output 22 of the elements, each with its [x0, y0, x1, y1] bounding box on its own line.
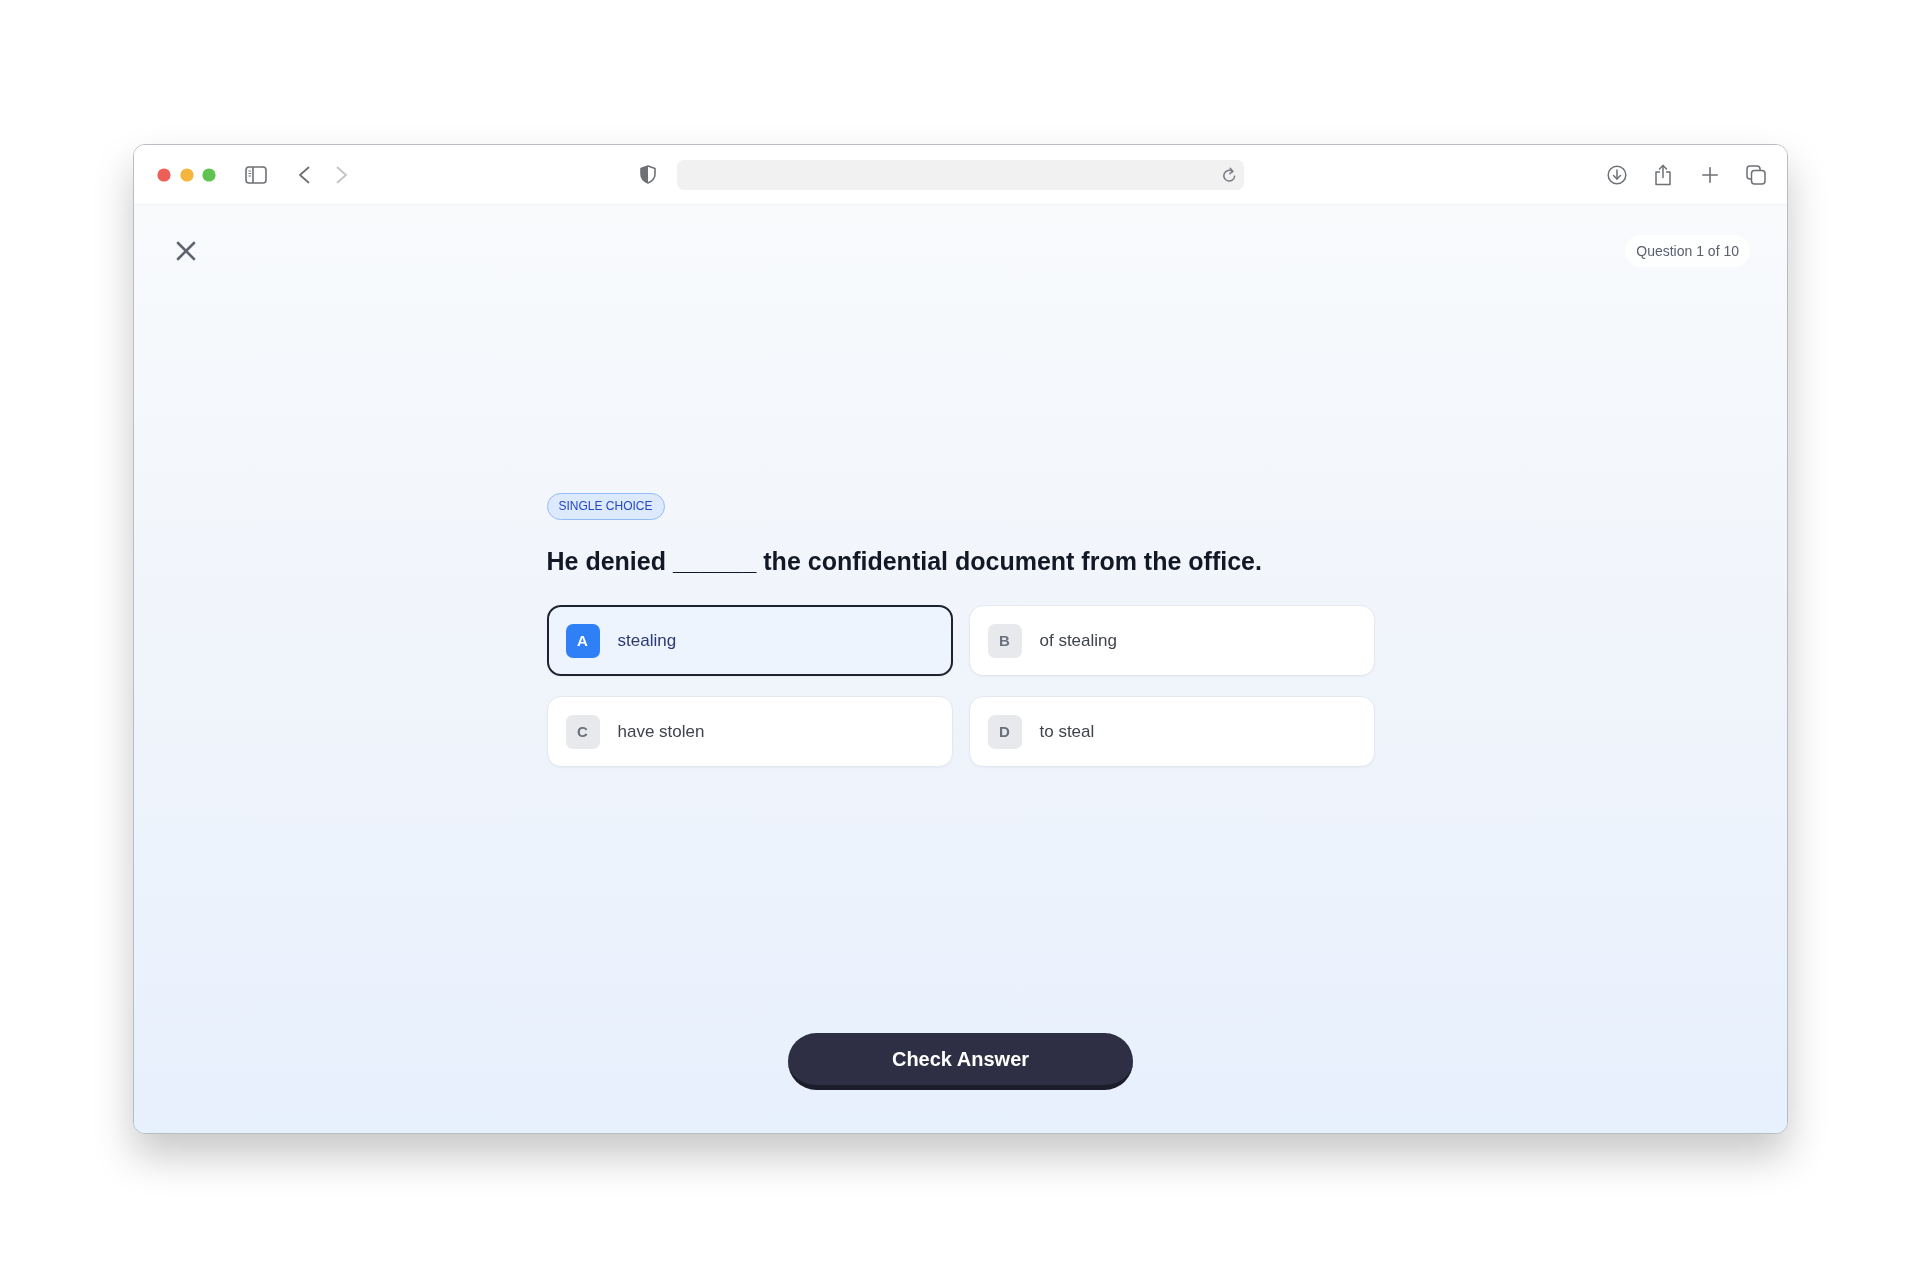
answer-option[interactable]: B of stealing — [968, 605, 1375, 676]
answer-option[interactable]: D to steal — [968, 696, 1375, 767]
question-text: He denied ______ the confidential document from the office. — [546, 546, 1262, 577]
option-letter: D — [987, 714, 1022, 749]
overlapping-squares-icon[interactable] — [1746, 164, 1766, 185]
option-letter: A — [565, 623, 600, 658]
option-letter: B — [987, 623, 1022, 658]
share-icon[interactable] — [1654, 163, 1672, 186]
address-field[interactable] — [677, 159, 1244, 190]
download-icon[interactable] — [1607, 164, 1627, 185]
back-icon[interactable] — [298, 165, 310, 184]
check-answer-button[interactable]: Check Answer — [788, 1033, 1133, 1090]
sidebar-icon[interactable] — [245, 165, 267, 184]
plus-icon[interactable] — [1702, 166, 1718, 183]
answer-option[interactable]: A stealing — [546, 605, 953, 676]
reload-icon[interactable] — [1222, 166, 1237, 183]
answer-option[interactable]: C have stolen — [546, 696, 953, 767]
question-counter: Question 1 of 10 — [1625, 235, 1750, 267]
question-type-tag: SINGLE CHOICE — [546, 493, 665, 520]
option-letter: C — [565, 714, 600, 749]
window-control-icon[interactable] — [157, 167, 171, 182]
shield-icon[interactable] — [640, 165, 656, 184]
